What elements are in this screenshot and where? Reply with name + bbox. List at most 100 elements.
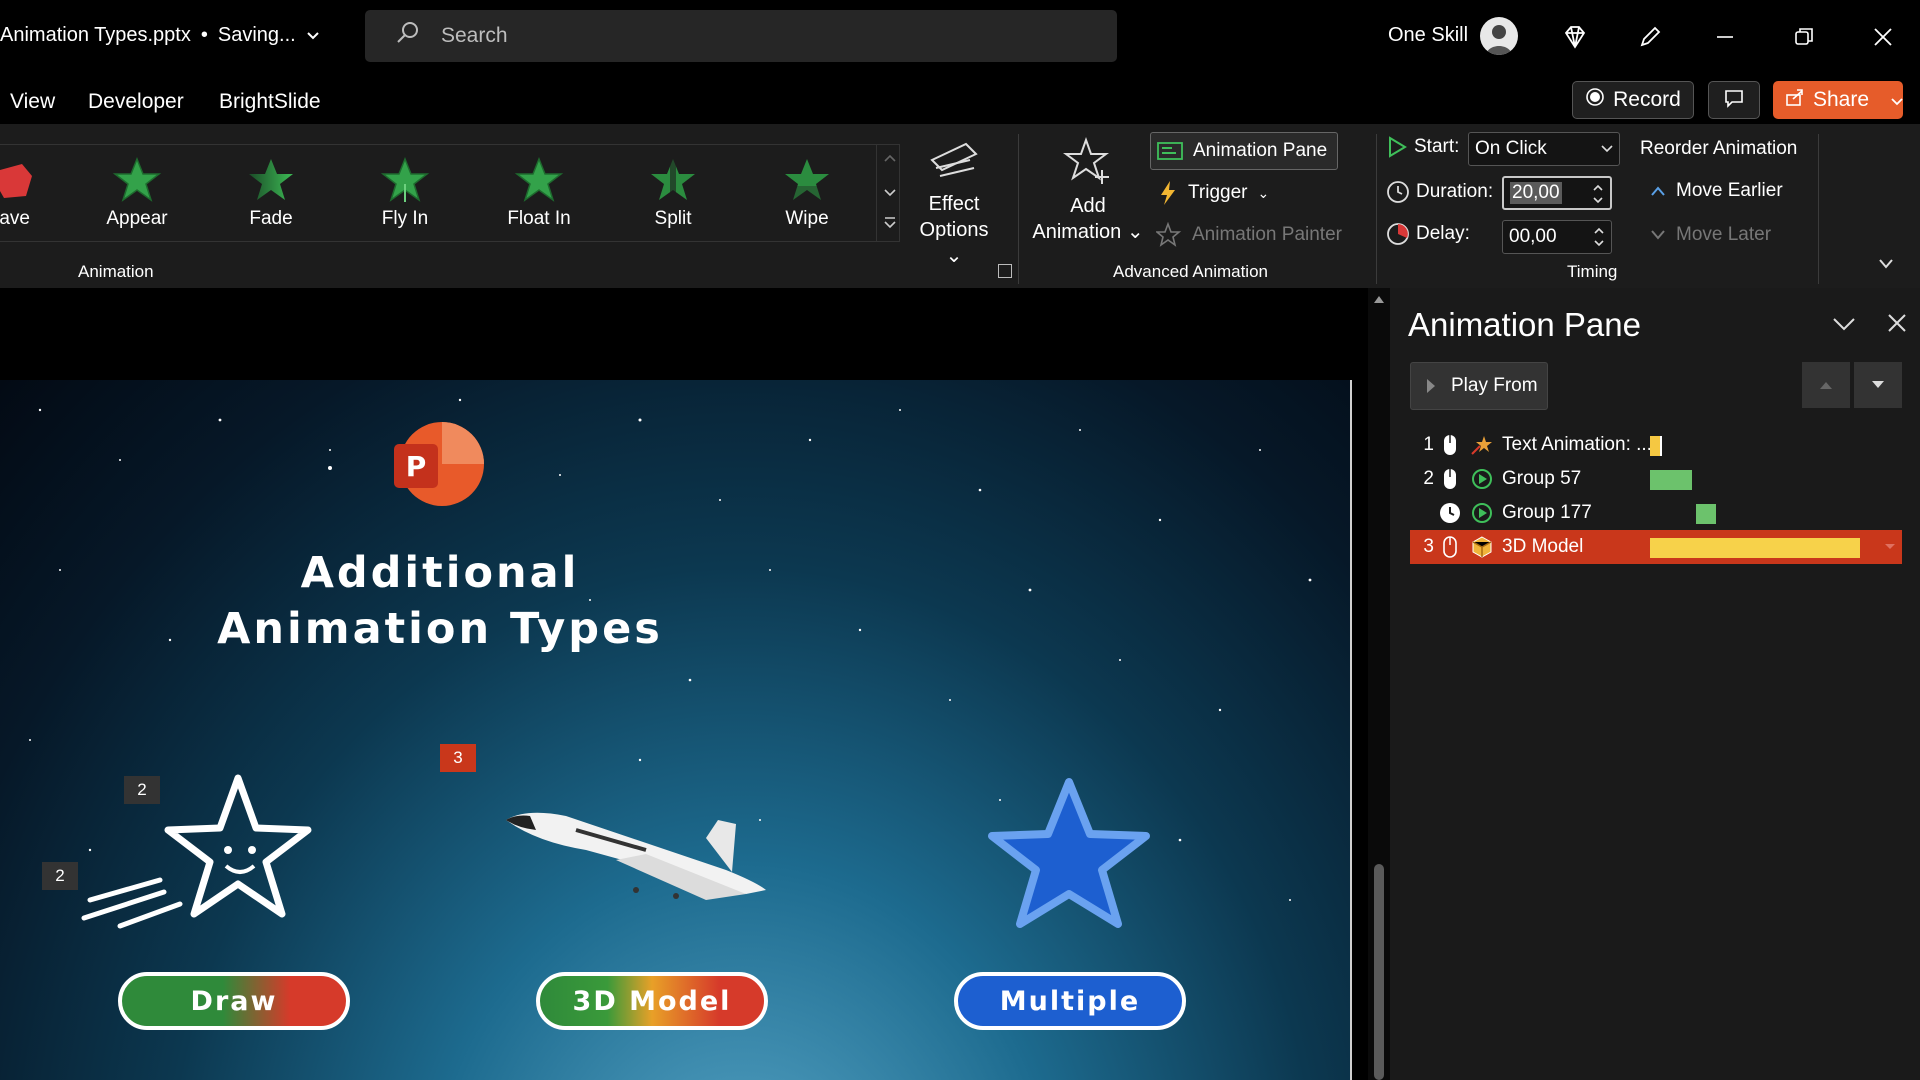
play-icon [1389,136,1407,158]
svg-text:P: P [406,450,427,483]
move-down-button[interactable] [1854,362,1902,408]
search-icon [395,20,421,52]
collapse-ribbon-icon[interactable] [1878,258,1894,270]
canvas-scrollbar[interactable] [1368,288,1390,1080]
animation-pane: Animation Pane Play From 1 Text Animatio… [1390,288,1920,1080]
delay-input[interactable]: 00,00 [1502,220,1612,254]
menu-view[interactable]: View [10,90,55,114]
lightning-icon [1161,181,1175,205]
chevron-down-icon[interactable] [306,24,320,47]
painter-star-icon [1156,222,1182,247]
animation-item-name: 3D Model [1502,536,1584,557]
search-placeholder: Search [441,24,508,47]
reorder-label: Reorder Animation [1640,138,1798,159]
move-later-button[interactable]: Move Later [1650,224,1771,246]
delay-clock-icon [1387,223,1409,245]
document-title[interactable]: Animation Types.pptx • Saving... [0,24,320,47]
powerpoint-logo-icon: P [394,422,484,506]
delay-label: Delay: [1386,222,1470,246]
start-label: Start: [1386,136,1459,158]
blue-star-icon[interactable] [984,772,1154,942]
add-animation-button[interactable]: Add Animation ⌄ [1030,136,1146,245]
chevron-down-icon [1651,230,1665,240]
chevron-down-icon[interactable] [1884,543,1896,551]
clock-icon [1387,181,1409,203]
animation-painter-button[interactable]: Animation Painter [1156,222,1342,248]
pane-title: Animation Pane [1408,306,1641,343]
more-icon [884,217,896,229]
animation-tag[interactable]: 2 [42,862,78,890]
entrance-effect-icon [1466,502,1498,524]
timeline-bar[interactable] [1650,538,1860,558]
effect-options-button[interactable]: Effect Options ⌄ [910,138,998,269]
effect-options-icon [930,142,978,177]
record-button[interactable]: Record [1572,81,1694,119]
dialog-launcher-icon[interactable] [998,264,1012,278]
record-icon [1585,87,1605,113]
animation-list-item[interactable]: Group 177 [1410,496,1902,530]
scroll-thumb[interactable] [1374,864,1384,1080]
gallery-scrollbar[interactable] [876,144,902,242]
animation-item-name: Group 57 [1502,468,1582,489]
animation-pane-button[interactable]: Animation Pane [1150,132,1338,170]
mouse-click-icon [1434,468,1466,490]
move-earlier-button[interactable]: Move Earlier [1650,180,1783,202]
menu-developer[interactable]: Developer [88,90,184,114]
add-star-icon [1063,137,1109,184]
close-pane-icon[interactable] [1886,312,1908,334]
pen-icon[interactable] [1633,20,1667,54]
mouse-click-icon [1434,536,1466,558]
animation-tag[interactable]: 3 [440,744,476,772]
animation-list-item[interactable]: 2 Group 57 [1410,462,1902,496]
entrance-effect-icon [1466,468,1498,490]
animation-list-item-selected[interactable]: 3 3D Model [1410,530,1902,564]
animation-group-label: Animation [78,262,154,281]
clock-icon [1434,502,1466,524]
3d-model-effect-icon [1466,535,1498,559]
comments-button[interactable] [1708,81,1760,119]
duration-label: Duration: [1386,180,1493,204]
trigger-button[interactable]: Trigger ⌄ [1158,180,1269,206]
triangle-up-icon [1820,382,1832,389]
chevron-up-icon [884,154,896,162]
move-up-button[interactable] [1802,362,1850,408]
play-icon [1427,379,1435,393]
animation-item-name: Group 177 [1502,502,1592,523]
animation-pane-icon [1157,142,1183,160]
triangle-down-icon [1872,381,1884,388]
draw-button[interactable]: Draw [118,972,350,1030]
duration-input[interactable]: 20,00 [1502,176,1612,210]
user-name[interactable]: One Skill [1388,24,1468,47]
sparkle-effect-icon [1466,434,1498,456]
scroll-up-icon [1374,296,1384,303]
title-bar: Animation Types.pptx • Saving... Search … [0,0,1920,74]
multiple-button[interactable]: Multiple [954,972,1186,1030]
chevron-down-icon [884,189,896,197]
3d-model-button[interactable]: 3D Model [536,972,768,1030]
timeline-bar[interactable] [1650,470,1692,490]
minimize-icon[interactable] [1708,20,1742,54]
diamond-icon[interactable] [1558,20,1592,54]
spinner-icon [1593,184,1603,204]
avatar[interactable] [1480,17,1518,55]
save-status: Saving... [217,24,296,46]
play-from-button[interactable]: Play From [1410,362,1548,410]
share-button[interactable]: Share [1773,81,1903,119]
timeline-bar[interactable] [1650,436,1662,456]
mouse-click-icon [1434,434,1466,456]
drawn-star-icon[interactable] [80,770,320,930]
start-select[interactable]: On Click [1468,132,1620,166]
space-shuttle-model[interactable] [496,790,786,910]
document-name: Animation Types.pptx [0,24,191,46]
search-box[interactable]: Search [365,10,1117,62]
timeline-bar[interactable] [1696,504,1716,524]
chevron-down-icon[interactable] [1891,88,1903,112]
menu-brightslide[interactable]: BrightSlide [219,90,321,114]
close-icon[interactable] [1866,20,1900,54]
restore-icon[interactable] [1787,20,1821,54]
animation-list-item[interactable]: 1 Text Animation: ... [1410,428,1902,462]
slide-title: Additional Animation Types [217,548,663,654]
spinner-icon [1594,227,1604,247]
pane-options-icon[interactable] [1832,316,1856,332]
slide[interactable]: P Additional Animation Types 2 2 3 Draw … [0,380,1352,1080]
